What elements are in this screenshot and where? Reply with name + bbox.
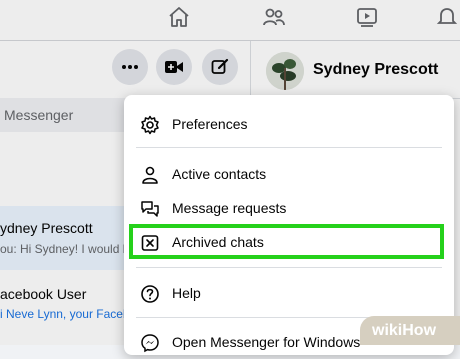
menu-item-label: Open Messenger for Windows [172,334,361,350]
chat-bubbles-icon [140,199,160,219]
watermark-part-1: wiki [372,322,403,339]
menu-item-preferences[interactable]: Preferences [124,107,454,141]
menu-item-active-contacts[interactable]: Active contacts [124,157,454,191]
watermark-part-2: How [402,322,437,339]
person-icon [140,165,160,185]
menu-item-label: Preferences [172,116,248,132]
watermark-text: wikiHow [372,322,436,340]
highlight-box [129,224,444,259]
menu-divider [136,267,442,268]
messenger-icon [140,333,160,353]
menu-item-label: Active contacts [172,166,267,182]
gear-icon [140,115,160,135]
help-icon [140,284,160,304]
menu-item-help[interactable]: Help [124,276,454,310]
menu-divider [136,147,442,148]
menu-item-message-requests[interactable]: Message requests [124,191,454,225]
menu-item-label: Help [172,285,201,301]
menu-item-label: Message requests [172,200,287,216]
